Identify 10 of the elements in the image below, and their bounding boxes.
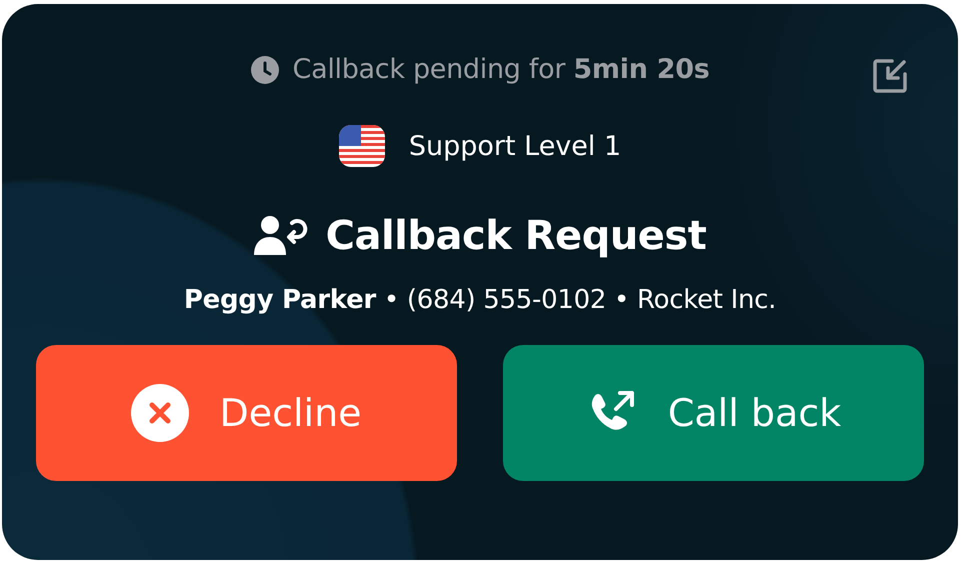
decline-button[interactable]: Decline: [36, 345, 457, 481]
clock-icon: [250, 56, 279, 84]
close-icon: [131, 384, 190, 442]
call-back-button[interactable]: Call back: [503, 345, 924, 481]
caller-details: Peggy Parker • (684) 555-0102 • Rocket Inc.: [184, 285, 776, 315]
request-title: Callback Request: [326, 213, 706, 259]
flag-icon: [338, 125, 385, 167]
minimize-icon[interactable]: [872, 58, 908, 94]
queue-label: Support Level 1: [408, 130, 622, 162]
pending-status: Callback pending for 5min 20s: [292, 54, 710, 85]
